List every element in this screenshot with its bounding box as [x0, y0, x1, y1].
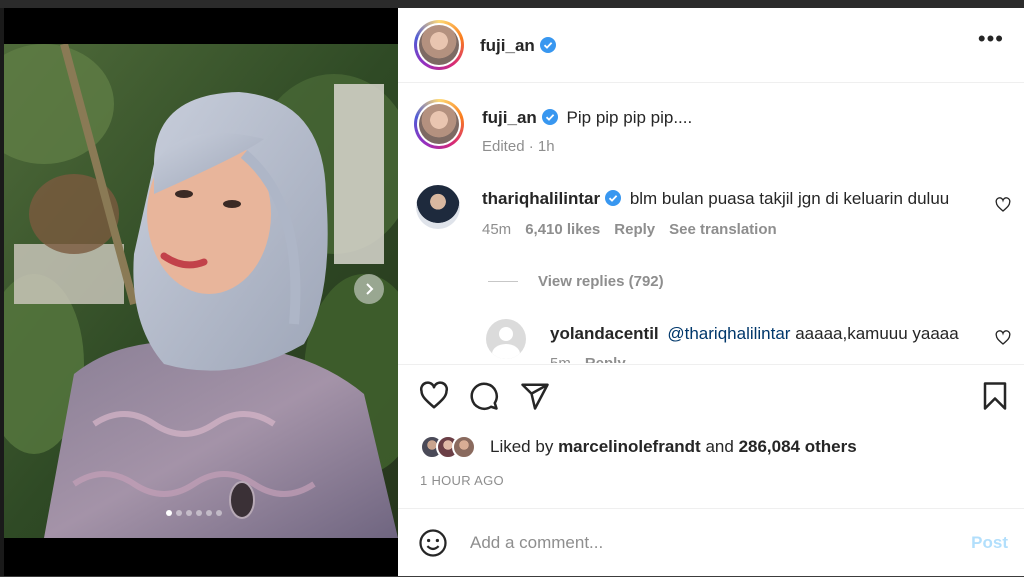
selfie-photo-illustration: [4, 44, 398, 538]
reply-mention[interactable]: @thariqhalilintar: [667, 324, 790, 343]
emoji-icon[interactable]: [418, 528, 448, 558]
window-top-bar: [0, 0, 1024, 8]
replies-divider: [488, 281, 518, 282]
reply-time: 5m: [550, 355, 571, 363]
caption-username[interactable]: fuji_an: [482, 108, 537, 127]
comment-likes[interactable]: 6,410 likes: [525, 221, 600, 238]
chevron-right-icon: [366, 283, 374, 295]
post-comment-button[interactable]: Post: [971, 533, 1008, 553]
carousel-dots: [166, 510, 222, 516]
post-detail-panel: fuji_an ••• fuji_an Pip pip pip pip.... …: [398, 8, 1024, 576]
reply-text: aaaaa,kamuuu yaaaa: [795, 324, 959, 343]
author-avatar[interactable]: [414, 20, 464, 70]
carousel-dot[interactable]: [206, 510, 212, 516]
carousel-dot[interactable]: [186, 510, 192, 516]
carousel-dot[interactable]: [196, 510, 202, 516]
post-photo: [4, 44, 398, 538]
comment-input[interactable]: [468, 529, 952, 557]
caption: fuji_an Pip pip pip pip....: [482, 108, 692, 128]
verified-badge-icon: [539, 37, 556, 53]
reply-like-heart-icon[interactable]: [995, 330, 1011, 346]
carousel-next-button[interactable]: [354, 274, 384, 304]
see-translation-link[interactable]: See translation: [669, 221, 777, 238]
comment-reply-button[interactable]: Reply: [614, 221, 655, 238]
post-header: fuji_an •••: [398, 8, 1024, 83]
verified-badge-icon: [541, 109, 558, 125]
view-replies-button[interactable]: View replies (792): [538, 273, 664, 290]
save-bookmark-icon[interactable]: [982, 381, 1008, 411]
comment-time: 45m: [482, 221, 512, 238]
post-actions: Liked by marcelinolefrandt and 286,084 o…: [398, 364, 1024, 517]
post-timestamp[interactable]: 1 HOUR AGO: [420, 473, 504, 488]
carousel-dot[interactable]: [166, 510, 172, 516]
share-paper-plane-icon[interactable]: [520, 381, 550, 411]
comment-bubble-icon[interactable]: [469, 381, 499, 411]
caption-meta: Edited · 1h: [482, 138, 555, 155]
comment-like-heart-icon[interactable]: [995, 197, 1011, 213]
liked-by-text: Liked by marcelinolefrandt and 286,084 o…: [490, 437, 857, 456]
carousel-dot[interactable]: [176, 510, 182, 516]
comments-list: fuji_an Pip pip pip pip.... Edited · 1h …: [398, 83, 1024, 363]
caption-text: Pip pip pip pip....: [566, 108, 693, 127]
comment-username[interactable]: thariqhalilintar: [482, 189, 600, 208]
liked-by-user[interactable]: marcelinolefrandt: [558, 437, 701, 456]
reply-username[interactable]: yolandacentil: [550, 324, 659, 343]
verified-badge-icon: [605, 190, 622, 206]
reply-avatar[interactable]: [486, 319, 526, 359]
author-username[interactable]: fuji_an: [480, 36, 556, 56]
carousel-dot[interactable]: [216, 510, 222, 516]
comment-text: blm bulan puasa takjil jgn di keluarin d…: [629, 189, 950, 208]
commenter-avatar[interactable]: [416, 185, 460, 229]
like-heart-icon[interactable]: [418, 381, 450, 411]
likes-count[interactable]: 286,084 others: [739, 437, 857, 456]
caption-author-avatar[interactable]: [414, 99, 464, 149]
post-media: [4, 8, 398, 576]
more-options-icon[interactable]: •••: [978, 28, 1004, 50]
reply-reply-button[interactable]: Reply: [585, 355, 626, 363]
liker-avatar[interactable]: [452, 435, 476, 459]
add-comment-bar: Post: [398, 508, 1024, 577]
liked-by-avatars: [420, 435, 476, 459]
